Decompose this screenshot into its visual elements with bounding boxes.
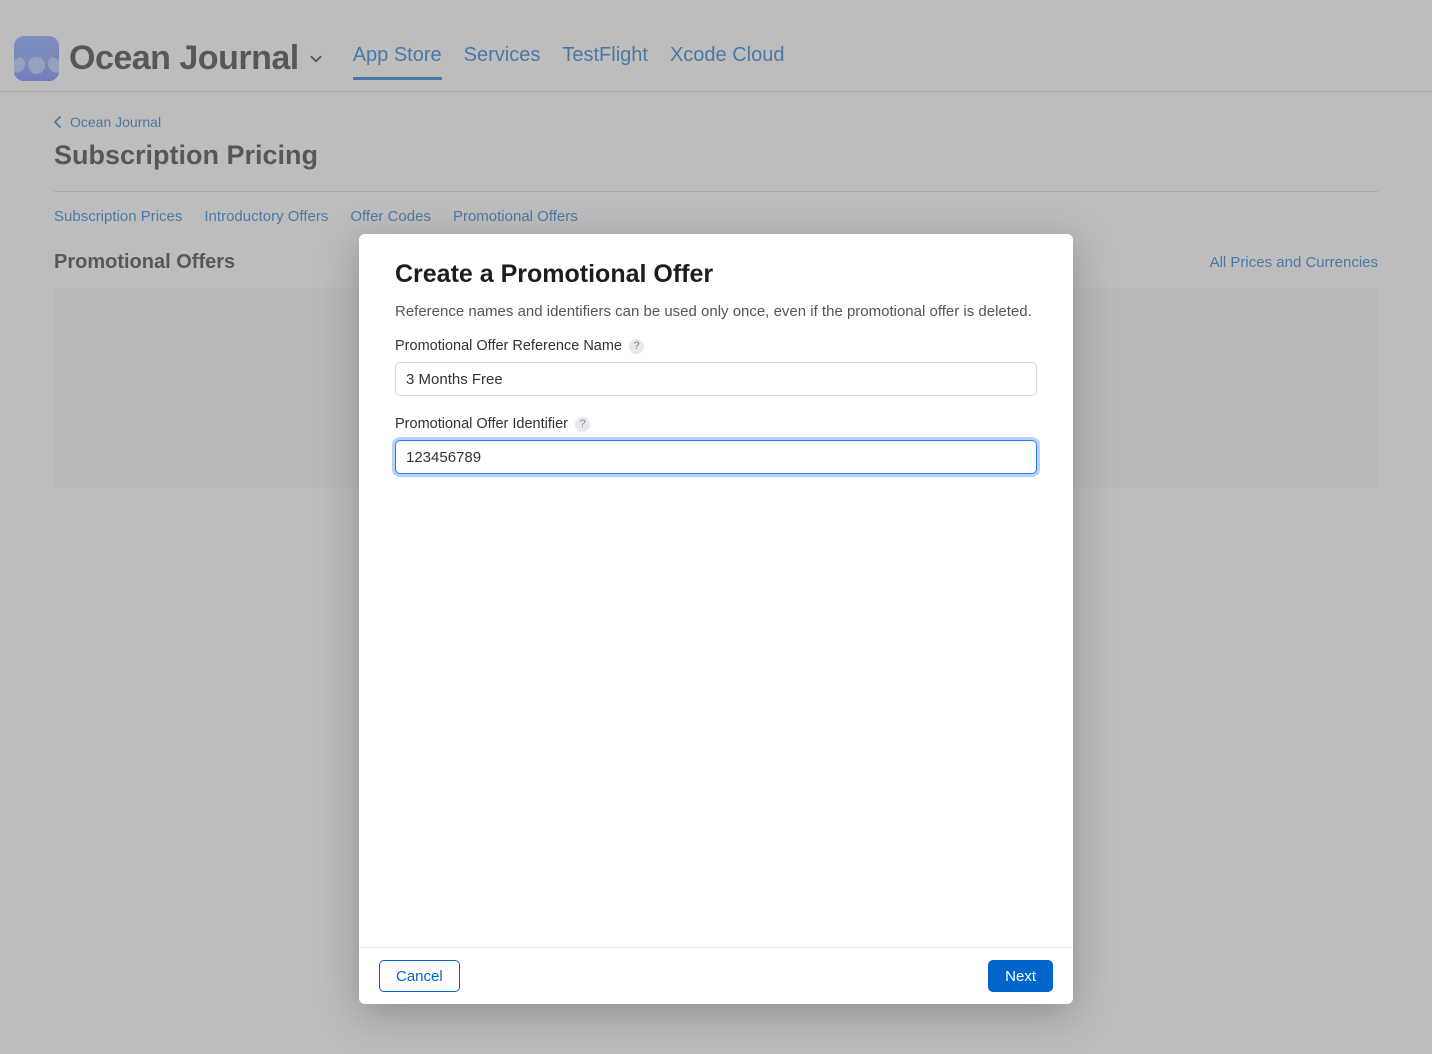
- identifier-input[interactable]: [395, 440, 1037, 474]
- reference-name-label-text: Promotional Offer Reference Name: [395, 338, 622, 354]
- identifier-label-text: Promotional Offer Identifier: [395, 416, 568, 432]
- modal-footer: Cancel Next: [359, 947, 1073, 1004]
- identifier-label: Promotional Offer Identifier ?: [395, 416, 1037, 432]
- reference-name-input[interactable]: [395, 362, 1037, 396]
- create-promotional-offer-modal: Create a Promotional Offer Reference nam…: [359, 234, 1073, 1004]
- modal-overlay[interactable]: Create a Promotional Offer Reference nam…: [0, 0, 1432, 1054]
- help-icon[interactable]: ?: [575, 417, 590, 432]
- reference-name-label: Promotional Offer Reference Name ?: [395, 338, 1037, 354]
- help-icon[interactable]: ?: [629, 339, 644, 354]
- next-button[interactable]: Next: [988, 960, 1053, 992]
- modal-description: Reference names and identifiers can be u…: [395, 303, 1037, 320]
- modal-title: Create a Promotional Offer: [395, 260, 1037, 289]
- modal-body: Create a Promotional Offer Reference nam…: [359, 234, 1073, 947]
- cancel-button[interactable]: Cancel: [379, 960, 460, 992]
